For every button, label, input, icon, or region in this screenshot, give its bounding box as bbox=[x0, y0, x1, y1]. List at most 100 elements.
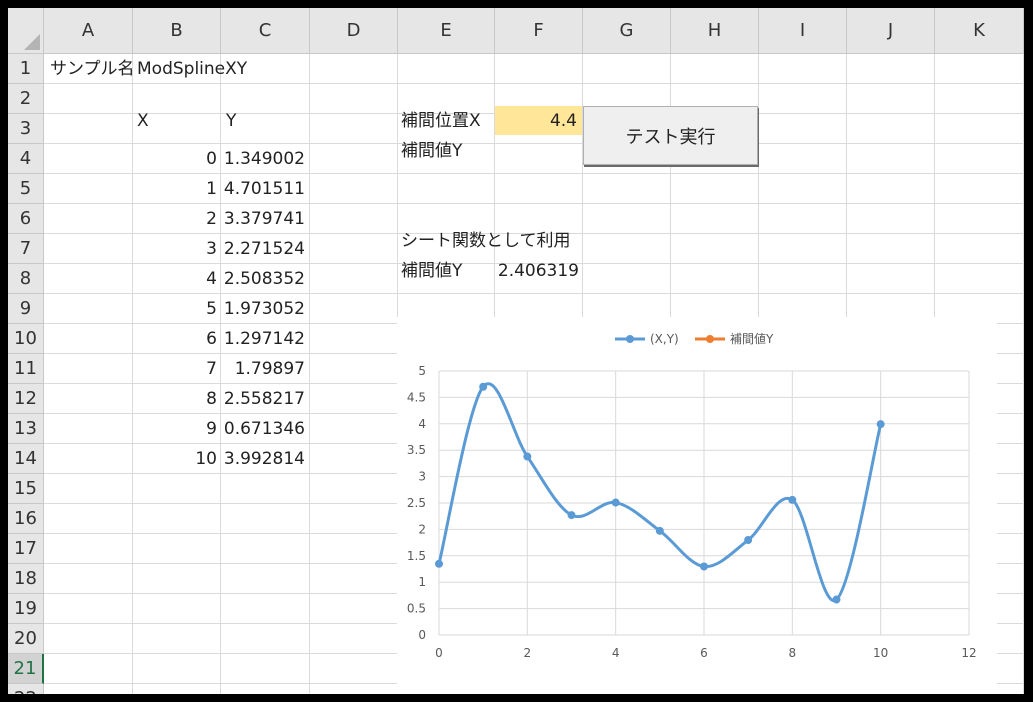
y-tick-label: 3 bbox=[418, 470, 426, 484]
x-tick-label: 12 bbox=[961, 646, 976, 660]
row-header-11[interactable]: 11 bbox=[8, 354, 44, 384]
column-header-f[interactable]: F bbox=[495, 8, 583, 54]
column-header-j[interactable]: J bbox=[847, 8, 935, 54]
grid-column-line bbox=[1023, 54, 1024, 694]
row-header-5[interactable]: 5 bbox=[8, 174, 44, 204]
row-header-12[interactable]: 12 bbox=[8, 384, 44, 414]
y-tick-label: 3.5 bbox=[407, 443, 426, 457]
row-header-19[interactable]: 19 bbox=[8, 594, 44, 624]
column-header-d[interactable]: D bbox=[310, 8, 398, 54]
data-point-6 bbox=[700, 562, 708, 571]
cell-a1[interactable]: サンプル名 bbox=[50, 54, 142, 84]
data-point-7 bbox=[744, 536, 753, 545]
column-header-g[interactable]: G bbox=[583, 8, 671, 54]
row-header-21[interactable]: 21 bbox=[8, 654, 44, 684]
x-tick-label: 6 bbox=[700, 646, 708, 660]
cell-e7[interactable]: シート関数として利用 bbox=[401, 226, 571, 256]
column-header-a[interactable]: A bbox=[44, 8, 133, 54]
x-tick-label: 8 bbox=[789, 646, 797, 660]
cell-b8[interactable]: 4 bbox=[133, 264, 217, 294]
cell-c8[interactable]: 2.508352 bbox=[221, 264, 305, 294]
row-header-20[interactable]: 20 bbox=[8, 624, 44, 654]
cell-b13[interactable]: 9 bbox=[133, 414, 217, 444]
grid-column-line bbox=[309, 54, 310, 694]
cell-f8[interactable]: 2.406319 bbox=[495, 256, 579, 286]
row-header-22[interactable]: 22 bbox=[8, 684, 44, 694]
chart-svg: 0 0.5 1 1.5 2 2.5 3 3.5 4 4.5 5 0 2 4 6 8 10 12 (X,Y) 補間値Y bbox=[407, 331, 977, 660]
cell-b1[interactable]: ModSplineXY bbox=[137, 54, 247, 84]
x-tick-label: 2 bbox=[524, 646, 532, 660]
legend-label-series2: 補間値Y bbox=[730, 331, 774, 346]
x-tick-label: 4 bbox=[612, 646, 620, 660]
cell-c3[interactable]: Y bbox=[226, 106, 236, 136]
data-point-5 bbox=[655, 526, 664, 535]
y-tick-label: 4.5 bbox=[407, 390, 426, 404]
y-tick-label: 4 bbox=[418, 417, 426, 431]
column-header-h[interactable]: H bbox=[671, 8, 759, 54]
column-header-e[interactable]: E bbox=[398, 8, 495, 54]
cell-c13[interactable]: 0.671346 bbox=[221, 414, 305, 444]
cell-c9[interactable]: 1.973052 bbox=[221, 294, 305, 324]
cell-b11[interactable]: 7 bbox=[133, 354, 217, 384]
row-header-8[interactable]: 8 bbox=[8, 264, 44, 294]
cell-b12[interactable]: 8 bbox=[133, 384, 217, 414]
data-point-0 bbox=[435, 559, 443, 568]
y-tick-label: 2.5 bbox=[407, 496, 426, 510]
select-all-corner[interactable] bbox=[8, 8, 44, 54]
row-header-1[interactable]: 1 bbox=[8, 54, 44, 84]
row-header-15[interactable]: 15 bbox=[8, 474, 44, 504]
cell-c6[interactable]: 3.379741 bbox=[221, 204, 305, 234]
y-tick-label: 5 bbox=[418, 364, 426, 378]
column-header-i[interactable]: I bbox=[759, 8, 847, 54]
row-header-9[interactable]: 9 bbox=[8, 294, 44, 324]
row-header-18[interactable]: 18 bbox=[8, 564, 44, 594]
cell-b10[interactable]: 6 bbox=[133, 324, 217, 354]
cell-b9[interactable]: 5 bbox=[133, 294, 217, 324]
row-header-2[interactable]: 2 bbox=[8, 84, 44, 114]
cell-c12[interactable]: 2.558217 bbox=[221, 384, 305, 414]
data-point-2 bbox=[523, 452, 532, 461]
row-header-6[interactable]: 6 bbox=[8, 204, 44, 234]
row-header-10[interactable]: 10 bbox=[8, 324, 44, 354]
data-point-8 bbox=[788, 495, 797, 504]
cell-c14[interactable]: 3.992814 bbox=[221, 444, 305, 474]
row-header-4[interactable]: 4 bbox=[8, 144, 44, 174]
y-tick-label: 1 bbox=[418, 575, 426, 589]
cell-b3[interactable]: X bbox=[137, 106, 149, 136]
spline-chart[interactable]: 0 0.5 1 1.5 2 2.5 3 3.5 4 4.5 5 0 2 4 6 8 10 12 (X,Y) 補間値Y bbox=[397, 317, 997, 694]
run-test-button[interactable]: テスト実行 bbox=[583, 106, 758, 165]
cell-b4[interactable]: 0 bbox=[133, 144, 217, 174]
x-tick-label: 10 bbox=[873, 646, 888, 660]
cell-e8[interactable]: 補間値Y bbox=[401, 256, 462, 286]
cell-c11[interactable]: 1.79897 bbox=[221, 354, 305, 384]
cell-e3[interactable]: 補間位置X bbox=[401, 106, 481, 136]
cell-b7[interactable]: 3 bbox=[133, 234, 217, 264]
y-tick-label: 0.5 bbox=[407, 602, 426, 616]
column-header-c[interactable]: C bbox=[221, 8, 310, 54]
data-point-9 bbox=[832, 595, 841, 604]
cell-b14[interactable]: 10 bbox=[133, 444, 217, 474]
cell-e4[interactable]: 補間値Y bbox=[401, 136, 462, 166]
cell-b6[interactable]: 2 bbox=[133, 204, 217, 234]
data-point-3 bbox=[567, 511, 576, 520]
cell-f3[interactable]: 4.4 bbox=[495, 106, 577, 136]
cell-c4[interactable]: 1.349002 bbox=[221, 144, 305, 174]
cell-c10[interactable]: 1.297142 bbox=[221, 324, 305, 354]
cell-c7[interactable]: 2.271524 bbox=[221, 234, 305, 264]
row-header-3[interactable]: 3 bbox=[8, 114, 44, 144]
y-tick-label: 2 bbox=[418, 522, 426, 536]
row-header-14[interactable]: 14 bbox=[8, 444, 44, 474]
row-header-16[interactable]: 16 bbox=[8, 504, 44, 534]
row-header-13[interactable]: 13 bbox=[8, 414, 44, 444]
column-header-k[interactable]: K bbox=[935, 8, 1024, 54]
column-header-b[interactable]: B bbox=[133, 8, 221, 54]
row-header-7[interactable]: 7 bbox=[8, 234, 44, 264]
data-point-1 bbox=[479, 382, 488, 391]
legend-marker-series1 bbox=[626, 335, 634, 343]
cell-c5[interactable]: 4.701511 bbox=[221, 174, 305, 204]
cell-b5[interactable]: 1 bbox=[133, 174, 217, 204]
data-point-4 bbox=[611, 498, 620, 507]
x-tick-label: 0 bbox=[435, 646, 443, 660]
row-header-17[interactable]: 17 bbox=[8, 534, 44, 564]
series-line-xy bbox=[437, 382, 883, 602]
